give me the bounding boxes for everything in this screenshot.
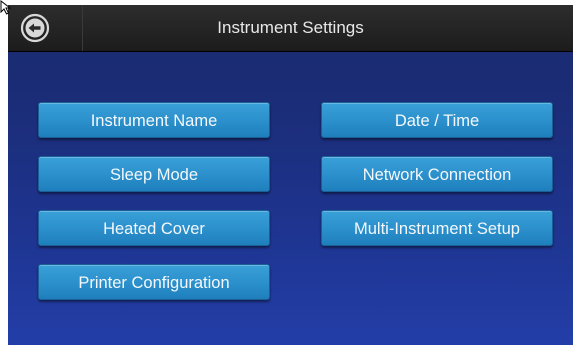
network-connection-button[interactable]: Network Connection — [321, 156, 553, 192]
mouse-cursor-icon — [0, 0, 12, 15]
page-title: Instrument Settings — [217, 18, 364, 37]
back-area — [8, 5, 83, 51]
date-time-button[interactable]: Date / Time — [321, 102, 553, 138]
instrument-name-button[interactable]: Instrument Name — [38, 102, 270, 138]
back-button[interactable] — [20, 13, 50, 43]
title-bar: Instrument Settings — [8, 5, 573, 52]
multi-instrument-setup-button[interactable]: Multi-Instrument Setup — [321, 210, 553, 246]
printer-configuration-button[interactable]: Printer Configuration — [38, 264, 270, 300]
back-arrow-icon — [20, 13, 50, 43]
heated-cover-button[interactable]: Heated Cover — [38, 210, 270, 246]
settings-screen: Instrument Settings Instrument Name Date… — [8, 5, 573, 345]
sleep-mode-button[interactable]: Sleep Mode — [38, 156, 270, 192]
